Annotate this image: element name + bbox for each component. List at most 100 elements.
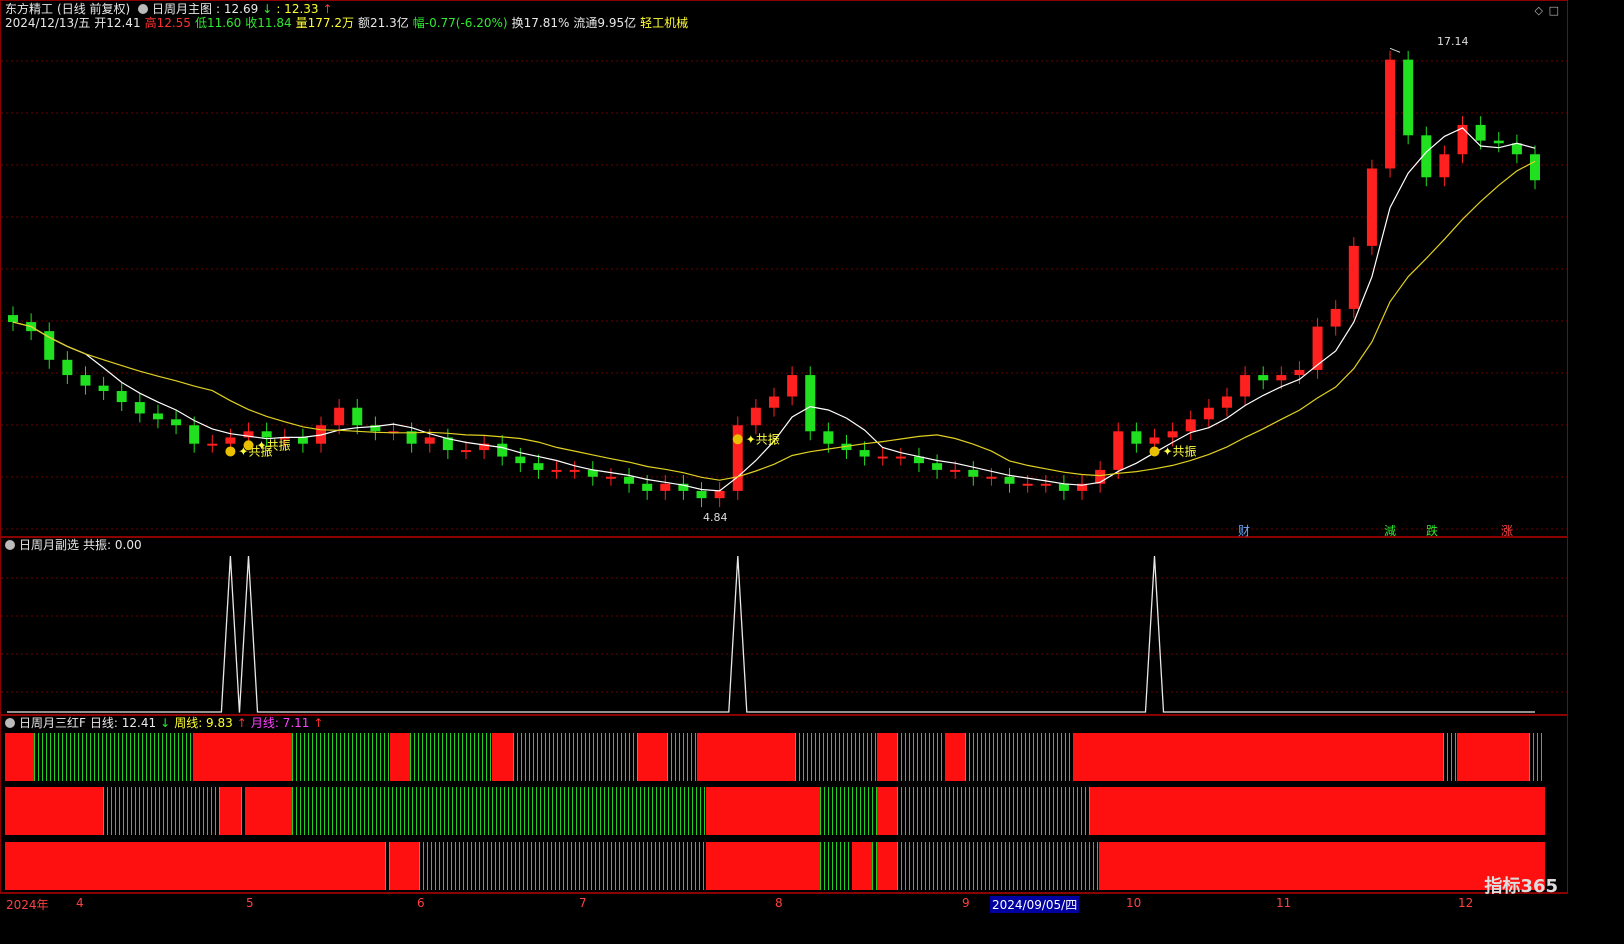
candle-body — [1330, 308, 1341, 327]
axis-label: 12 — [1458, 896, 1474, 910]
restore-icon[interactable]: ◇ — [1535, 4, 1543, 17]
quote-industry[interactable]: 轻工机械 — [640, 16, 688, 30]
candlestick-chart[interactable]: ✦共振✦共振 ✦共振✦共振 — [1, 1, 1567, 536]
axis-label: 7 — [579, 896, 587, 910]
signal-label: ✦共振 — [1163, 444, 1197, 458]
candle-body — [1403, 59, 1414, 136]
candle-body — [1530, 154, 1540, 181]
candle-body — [1276, 375, 1287, 381]
green-segment — [820, 787, 877, 835]
three-red-panel[interactable]: 日周月三红F 日线: 12.41 ↓ 周线: 9.83 ↑ 月线: 7.11 ↑ — [0, 715, 1568, 893]
green-segment — [292, 733, 389, 781]
monthly-bar-row — [5, 842, 1545, 890]
ind-val2: : 12.33 — [276, 2, 319, 16]
green-segment — [513, 733, 638, 781]
axis-label: 8 — [775, 896, 783, 910]
candle-body — [1366, 168, 1377, 246]
candle-body — [769, 396, 779, 408]
candle-body — [98, 385, 109, 392]
signal-label: ✦共振 — [746, 432, 780, 446]
red-segment — [193, 733, 292, 781]
candle-body — [1240, 375, 1251, 397]
price-low-label: 4.84 — [703, 511, 728, 524]
candle-body — [787, 375, 798, 397]
quote-low: 低11.60 — [194, 16, 242, 30]
red-segment — [1457, 733, 1529, 781]
green-segment — [1443, 733, 1456, 781]
time-axis: 2024年 4 5 6 7 8 9 2024/09/05/四 10 11 12 — [0, 893, 1568, 913]
axis-label: 11 — [1276, 896, 1292, 910]
candle-body — [1348, 245, 1359, 309]
candle-body — [497, 443, 508, 457]
ind-val1: : 12.69 — [216, 2, 259, 16]
candle-body — [515, 456, 526, 464]
quote-change: 幅-0.77(-6.20%) — [412, 16, 508, 30]
candle-body — [1511, 143, 1522, 155]
candle-body — [8, 315, 18, 323]
red-segment — [945, 733, 965, 781]
green-segment — [385, 842, 390, 890]
candle-body — [334, 407, 345, 426]
green-segment — [410, 733, 491, 781]
red-segment — [5, 842, 385, 890]
candle-body — [696, 490, 707, 499]
candle-body — [877, 456, 888, 459]
red-segment — [697, 733, 795, 781]
indicator-name[interactable]: 日周月主图 — [152, 2, 212, 16]
candle-body — [605, 476, 616, 479]
candle-body — [932, 463, 943, 470]
maximize-icon[interactable]: □ — [1549, 4, 1559, 17]
quote-amount: 额21.3亿 — [358, 16, 409, 30]
red-segment — [1073, 733, 1443, 781]
bar-settings-icon[interactable] — [5, 718, 15, 728]
candle-body — [1149, 437, 1160, 444]
candle-body — [1113, 431, 1124, 470]
bar-title[interactable]: 日周月三红F — [19, 716, 86, 730]
sub-grid — [1, 577, 1567, 693]
sub-title[interactable]: 日周月副选 — [19, 538, 79, 552]
quote-volume: 量177.2万 — [295, 16, 355, 30]
quote-row: 2024/12/13/五 开12.41 高12.55 低11.60 收11.84 量177… — [5, 16, 692, 31]
candle-body — [1312, 326, 1323, 370]
candle-body — [533, 463, 544, 470]
axis-label: 9 — [962, 896, 970, 910]
candle-body — [1004, 476, 1015, 484]
candle-body — [551, 469, 562, 472]
red-segment — [706, 787, 820, 835]
red-segment — [877, 733, 897, 781]
candle-body — [1058, 483, 1069, 491]
candle-body — [1493, 140, 1504, 144]
signal-coin-icon — [225, 446, 236, 457]
settings-icon[interactable] — [138, 4, 149, 14]
signal-coin-icon — [243, 440, 254, 451]
candle-body — [642, 483, 653, 491]
candle-body — [134, 402, 145, 414]
green-segment — [34, 733, 191, 781]
red-segment — [852, 842, 872, 890]
green-segment — [103, 787, 220, 835]
red-segment — [877, 787, 897, 835]
resonance-line-chart[interactable] — [1, 538, 1567, 714]
green-segment — [897, 787, 1090, 835]
main-chart-panel[interactable]: ✦共振 ✦共振 ✦共振 ✦共振 东方精工 (日线 前复权) 日周月主图: 12.69 ↓:… — [0, 0, 1568, 538]
candle-body — [460, 450, 471, 453]
red-segment — [1099, 842, 1545, 890]
bar-weekly: 周线: 9.83 — [174, 716, 233, 730]
sub-indicator-panel[interactable]: 日周月副选 共振: 0.00 — [0, 537, 1568, 715]
red-segment — [5, 787, 103, 835]
sub-settings-icon[interactable] — [5, 540, 15, 550]
candle-body — [895, 456, 906, 459]
signal-coin-icon — [1149, 446, 1160, 457]
green-segment — [897, 842, 1098, 890]
three-red-bars[interactable] — [1, 716, 1567, 892]
candle-body — [859, 450, 870, 457]
bar-monthly: 月线: 7.11 — [250, 716, 310, 730]
candle-body — [950, 469, 961, 472]
candle-body — [1385, 59, 1396, 169]
red-segment — [706, 842, 820, 890]
green-segment — [292, 787, 705, 835]
quote-open: 开12.41 — [94, 16, 141, 30]
candle-body — [116, 391, 127, 403]
axis-label: 5 — [246, 896, 254, 910]
quote-close: 收11.84 — [245, 16, 292, 30]
